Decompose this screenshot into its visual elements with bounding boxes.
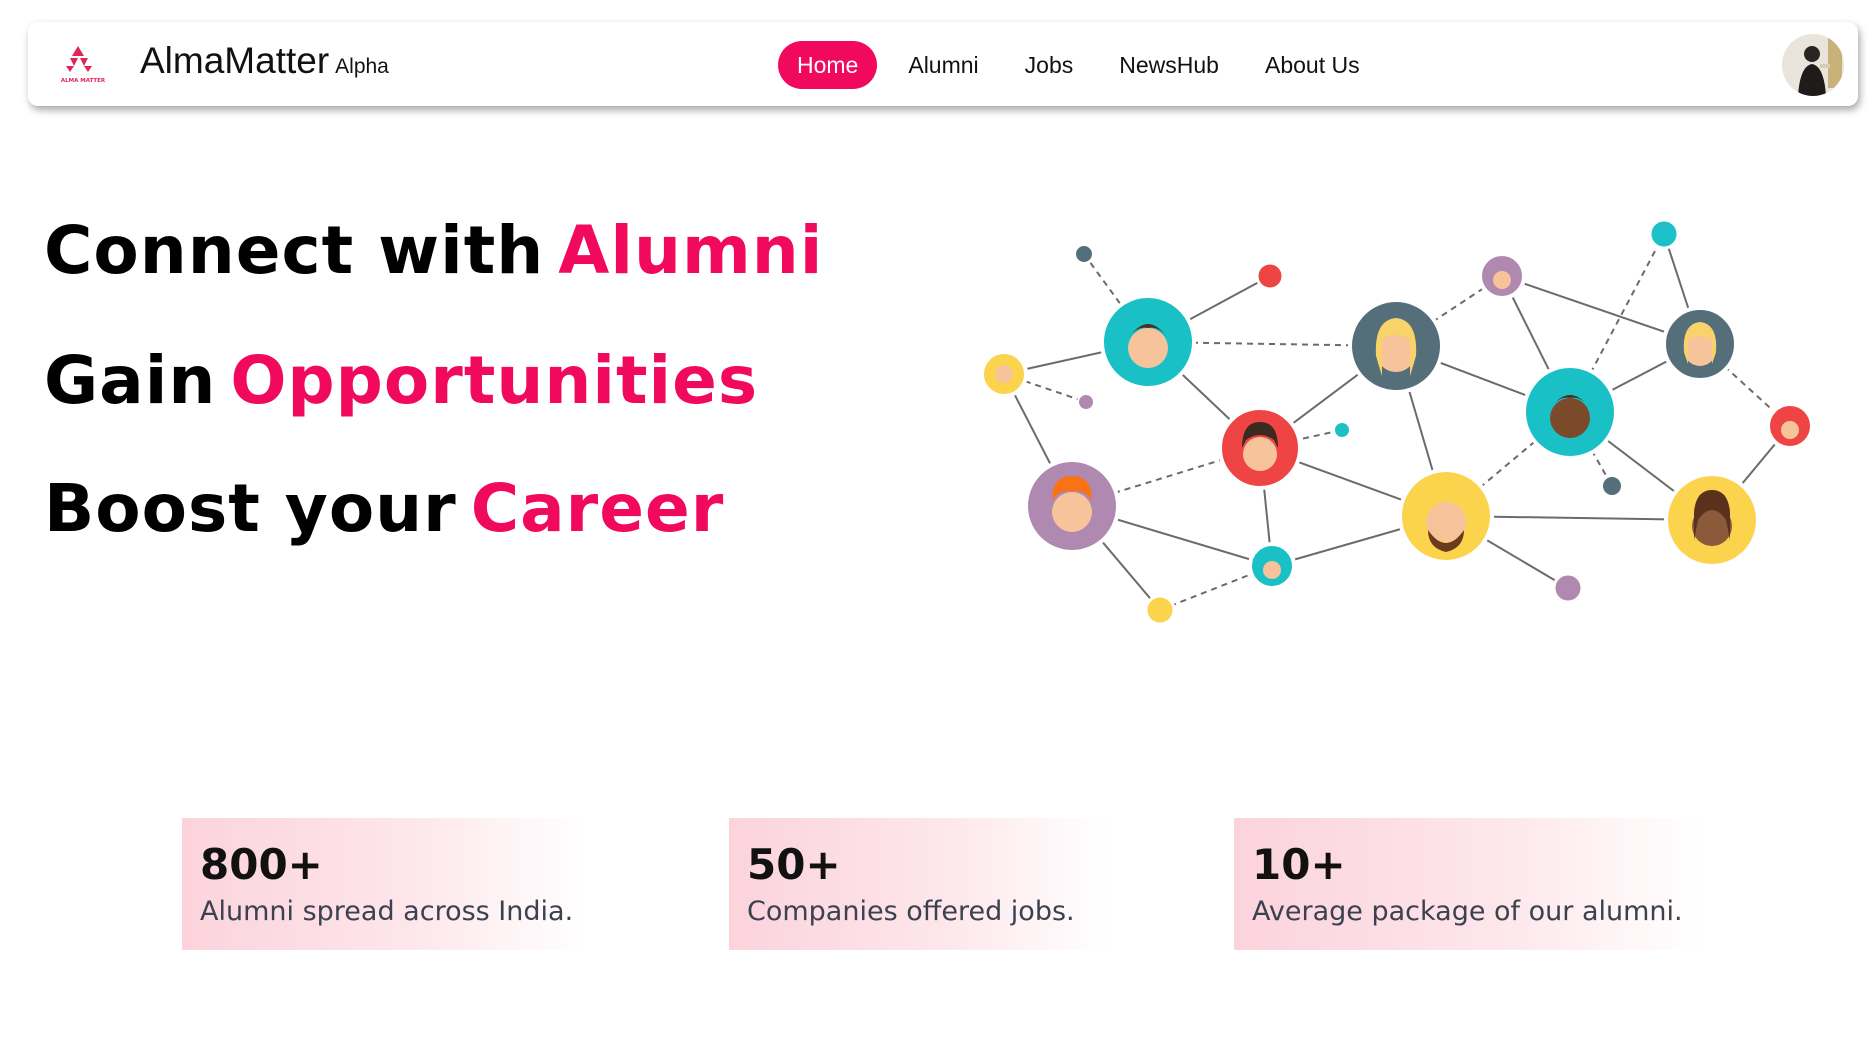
nav-about-us[interactable]: About Us (1242, 41, 1383, 89)
hero-accent-text: Alumni (558, 212, 824, 289)
hero-line-gain: Gain Opportunities (44, 342, 758, 419)
nav-home[interactable]: Home (778, 41, 878, 89)
nav-alumni[interactable]: Alumni (885, 41, 1001, 89)
brand-tag: Alpha (335, 55, 389, 78)
nav-links: Home Alumni Jobs NewsHub About Us (778, 41, 1383, 89)
stat-label: Average package of our alumni. (1252, 896, 1683, 927)
stat-value: 50+ (747, 840, 841, 889)
user-avatar[interactable] (1782, 34, 1844, 96)
hero-plain-text: Gain (44, 342, 217, 419)
hero-plain-text: Boost your (44, 470, 457, 547)
brand[interactable]: AlmaMatter Alpha (140, 40, 389, 82)
hero-accent-text: Opportunities (230, 342, 759, 419)
svg-text:ALMA MATTER: ALMA MATTER (61, 78, 106, 84)
hero-plain-text: Connect with (44, 212, 545, 289)
stat-label: Companies offered jobs. (747, 896, 1075, 927)
stat-value: 800+ (200, 840, 323, 889)
stat-value: 10+ (1252, 840, 1346, 889)
brand-name: AlmaMatter (140, 40, 330, 81)
nav-newshub[interactable]: NewsHub (1096, 41, 1242, 89)
stat-card-companies: 50+ Companies offered jobs. (729, 818, 1109, 950)
stat-card-alumni: 800+ Alumni spread across India. (182, 818, 588, 950)
hero-line-connect: Connect with Alumni (44, 212, 823, 289)
alma-matter-logo[interactable]: ALMA MATTER (48, 44, 118, 84)
stat-label: Alumni spread across India. (200, 896, 574, 927)
stat-card-package: 10+ Average package of our alumni. (1234, 818, 1704, 950)
hero-line-boost: Boost your Career (44, 470, 724, 547)
hero-accent-text: Career (470, 470, 725, 547)
top-navbar: ALMA MATTER AlmaMatter Alpha Home Alumni… (28, 22, 1858, 106)
alumni-network-illustration (980, 218, 1814, 626)
nav-jobs[interactable]: Jobs (1002, 41, 1097, 89)
